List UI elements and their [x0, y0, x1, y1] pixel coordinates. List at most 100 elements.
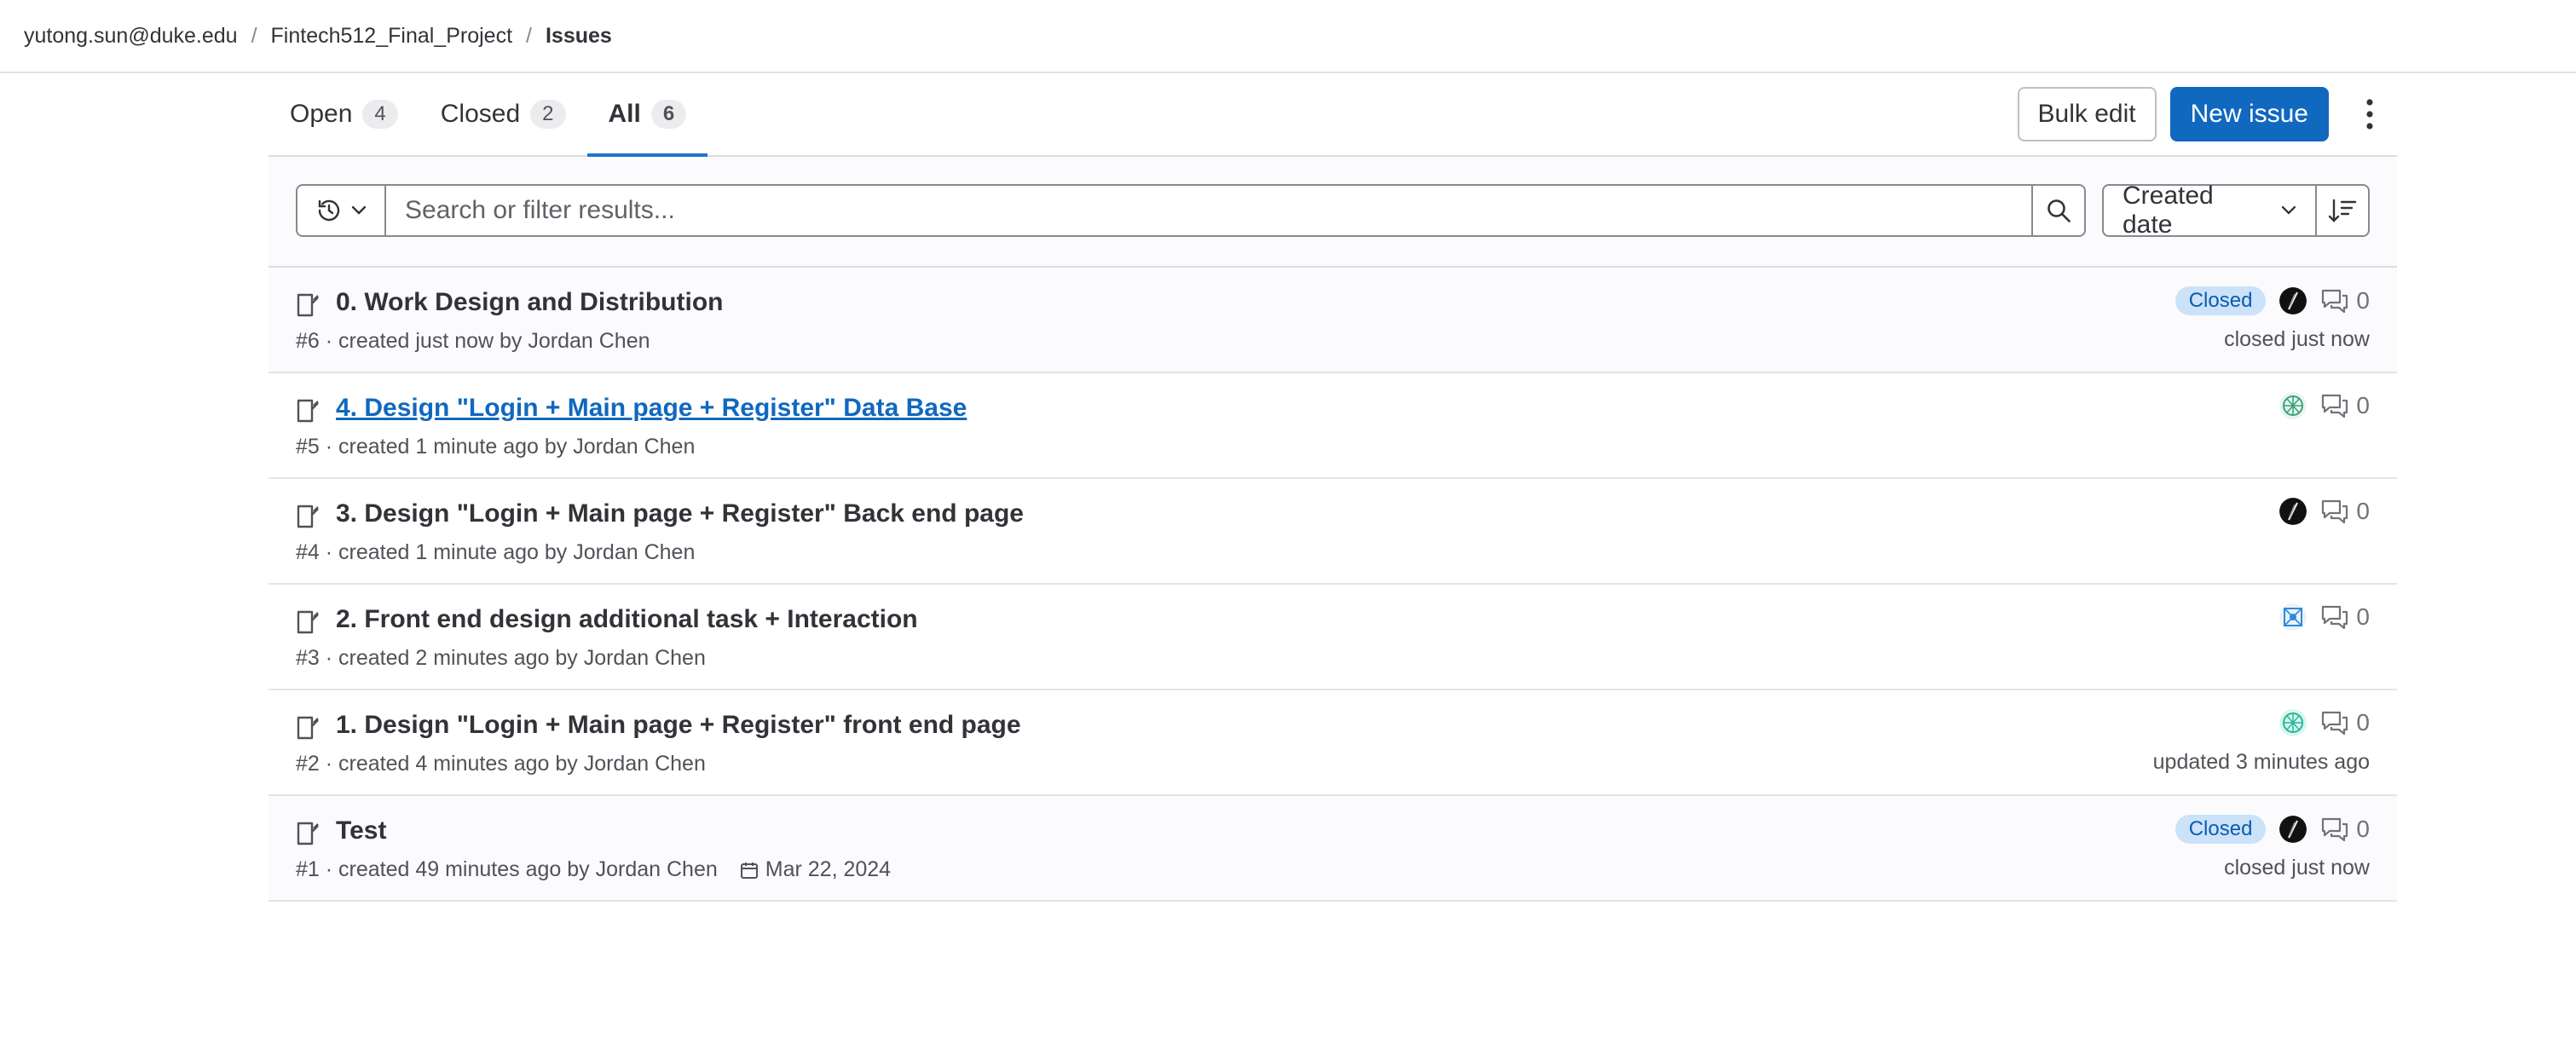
issue-icon [297, 505, 319, 528]
issue-status-area: 0 [2279, 498, 2370, 525]
search-icon [2048, 199, 2071, 222]
tab-all-label: All [608, 100, 641, 128]
new-issue-button[interactable]: New issue [2169, 87, 2329, 141]
issue-icon [297, 822, 319, 845]
comment-count-value: 0 [2356, 816, 2370, 842]
issue-status-area: 0 [2279, 603, 2370, 631]
issue-actions: Bulk edit New issue [2017, 87, 2397, 141]
issue-meta-text: #6 · created just now by Jordan Chen [296, 329, 650, 353]
issue-icon [297, 293, 319, 317]
tab-open[interactable]: Open 4 [269, 73, 419, 155]
comment-count[interactable]: 0 [2320, 498, 2370, 525]
due-date-value: Mar 22, 2024 [765, 857, 892, 881]
issue-title[interactable]: 1. Design "Login + Main page + Register"… [336, 711, 1021, 740]
tab-all[interactable]: All 6 [586, 73, 708, 157]
issue-meta-text: #1 · created 49 minutes ago by Jordan Ch… [296, 857, 718, 881]
recent-searches-button[interactable] [296, 184, 384, 237]
issue-state-tabs: Open 4 Closed 2 All 6 Bulk edit New issu… [269, 73, 2397, 157]
issue-meta: #4 · created 1 minute ago by Jordan Chen [296, 540, 695, 565]
breadcrumb: yutong.sun@duke.edu / Fintech512_Final_P… [0, 0, 2576, 73]
chevron-down-icon [2281, 205, 2296, 215]
avatar[interactable] [2279, 392, 2307, 419]
issue-meta-text: #3 · created 2 minutes ago by Jordan Che… [296, 646, 706, 670]
avatar[interactable] [2279, 498, 2307, 525]
issue-status-area: Closed 0 [2175, 286, 2370, 315]
sort-direction-button[interactable] [2315, 184, 2370, 237]
tab-open-count: 4 [362, 100, 398, 129]
avatar[interactable] [2279, 709, 2307, 736]
issue-meta-text: #5 · created 1 minute ago by Jordan Chen [296, 435, 696, 459]
issue-row: 0. Work Design and Distribution #6 · cre… [269, 268, 2397, 373]
issue-row: 1. Design "Login + Main page + Register"… [269, 690, 2397, 796]
issues-content: Open 4 Closed 2 All 6 Bulk edit New issu… [269, 73, 2397, 902]
issue-timestamp: closed just now [2224, 856, 2370, 880]
comment-icon [2322, 394, 2348, 418]
issue-title[interactable]: Test [336, 816, 386, 845]
tab-closed[interactable]: Closed 2 [419, 73, 587, 155]
avatar[interactable] [2279, 603, 2307, 631]
search-input[interactable] [384, 184, 2033, 237]
history-icon [318, 199, 340, 222]
comment-count[interactable]: 0 [2320, 816, 2370, 843]
tab-open-label: Open [290, 100, 353, 128]
breadcrumb-project[interactable]: Fintech512_Final_Project [271, 24, 513, 49]
comment-icon [2322, 499, 2348, 524]
comment-icon [2322, 289, 2348, 314]
breadcrumb-separator: / [251, 23, 257, 48]
comment-count-value: 0 [2356, 603, 2370, 630]
avatar[interactable] [2279, 816, 2307, 843]
issue-icon [297, 399, 319, 423]
calendar-icon [740, 862, 758, 879]
sort-select-label: Created date [2123, 182, 2214, 239]
bulk-edit-button[interactable]: Bulk edit [2017, 87, 2157, 141]
issue-row: 3. Design "Login + Main page + Register"… [269, 479, 2397, 585]
issue-meta: #5 · created 1 minute ago by Jordan Chen [296, 435, 695, 459]
issue-meta: #3 · created 2 minutes ago by Jordan Che… [296, 646, 706, 671]
comment-count[interactable]: 0 [2320, 392, 2370, 419]
issue-meta: #1 · created 49 minutes ago by Jordan Ch… [296, 857, 891, 882]
comment-icon [2322, 605, 2348, 630]
due-date: Mar 22, 2024 [740, 857, 891, 882]
status-badge: Closed [2175, 815, 2267, 844]
issue-timestamp: closed just now [2224, 327, 2370, 351]
filter-bar: Created date [269, 157, 2397, 268]
status-badge: Closed [2175, 286, 2267, 315]
issue-title[interactable]: 3. Design "Login + Main page + Register"… [336, 499, 1024, 528]
issue-status-area: 0 [2279, 392, 2370, 419]
issue-title[interactable]: 2. Front end design additional task + In… [336, 605, 918, 634]
issue-meta: #6 · created just now by Jordan Chen [296, 329, 650, 354]
comment-icon [2322, 711, 2348, 736]
comment-count-value: 0 [2356, 287, 2370, 314]
search-button[interactable] [2031, 184, 2086, 237]
chevron-down-icon [351, 205, 367, 215]
issue-row: 4. Design "Login + Main page + Register"… [269, 373, 2397, 479]
comment-count[interactable]: 0 [2320, 709, 2370, 736]
issue-meta-text: #2 · created 4 minutes ago by Jordan Che… [296, 752, 706, 776]
avatar[interactable] [2279, 287, 2307, 314]
issue-title[interactable]: 4. Design "Login + Main page + Register"… [336, 394, 967, 423]
breadcrumb-current[interactable]: Issues [546, 24, 612, 49]
comment-count[interactable]: 0 [2320, 287, 2370, 314]
breadcrumb-user[interactable]: yutong.sun@duke.edu [24, 24, 238, 49]
kebab-icon[interactable] [2342, 87, 2397, 141]
comment-count-value: 0 [2356, 498, 2370, 524]
comment-icon [2322, 817, 2348, 842]
tab-closed-count: 2 [530, 100, 566, 129]
tab-closed-label: Closed [440, 100, 521, 128]
comment-count[interactable]: 0 [2320, 603, 2370, 631]
issue-timestamp: updated 3 minutes ago [2152, 750, 2370, 774]
issue-row: Test #1 · created 49 minutes ago by Jord… [269, 796, 2397, 902]
issue-row: 2. Front end design additional task + In… [269, 585, 2397, 690]
issue-title[interactable]: 0. Work Design and Distribution [336, 288, 723, 317]
sort-select[interactable]: Created date [2102, 182, 2317, 239]
comment-count-value: 0 [2356, 392, 2370, 418]
issue-icon [297, 610, 319, 634]
issue-meta-text: #4 · created 1 minute ago by Jordan Chen [296, 540, 696, 564]
issue-icon [297, 716, 319, 740]
comment-count-value: 0 [2356, 709, 2370, 736]
issue-meta: #2 · created 4 minutes ago by Jordan Che… [296, 752, 706, 776]
breadcrumb-separator: / [526, 23, 532, 48]
sort-icon [2328, 199, 2357, 222]
issue-status-area: 0 [2279, 709, 2370, 736]
issue-status-area: Closed 0 [2175, 815, 2370, 844]
